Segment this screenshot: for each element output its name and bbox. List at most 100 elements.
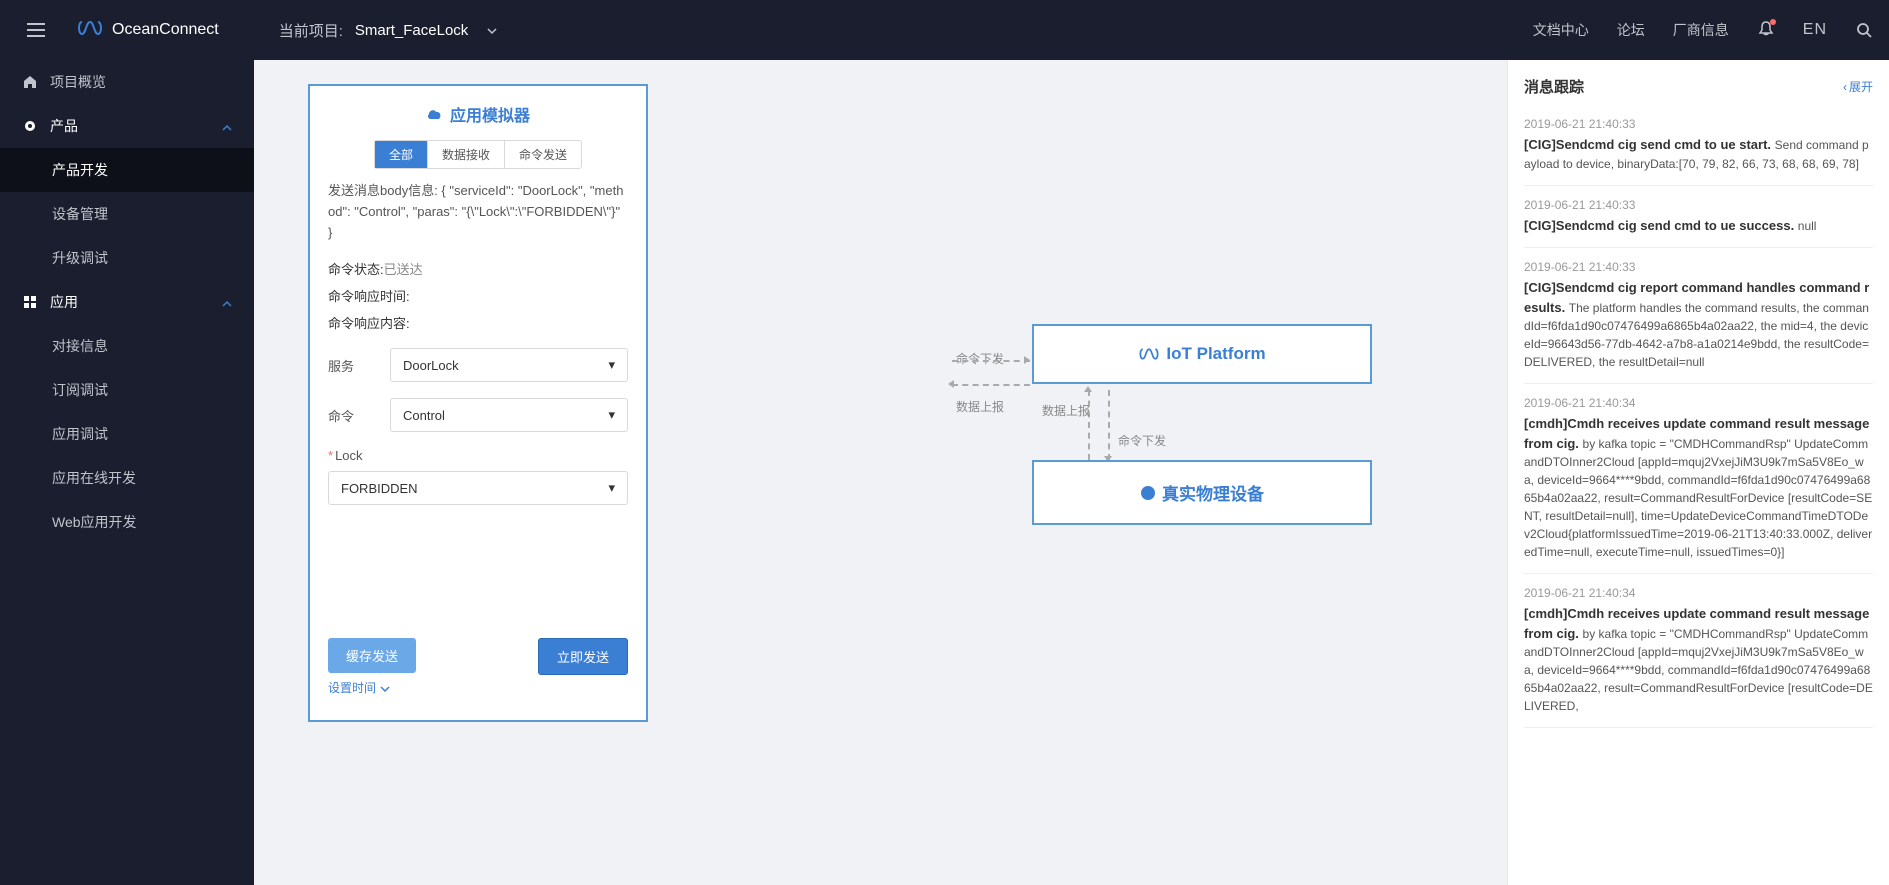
sidebar-label: 项目概览 <box>50 72 106 92</box>
command-row: 命令 Control ▾ <box>328 398 628 432</box>
nav-vendor[interactable]: 厂商信息 <box>1673 20 1729 40</box>
language-toggle[interactable]: EN <box>1803 21 1827 39</box>
arrow-dashed <box>1108 390 1110 460</box>
log-item[interactable]: 2019-06-21 21:40:33 [CIG]Sendcmd cig send… <box>1524 186 1873 249</box>
chevron-down-icon <box>380 681 390 695</box>
log-timestamp: 2019-06-21 21:40:34 <box>1524 396 1873 410</box>
service-select[interactable]: DoorLock ▾ <box>390 348 628 382</box>
notification-dot-icon <box>1770 19 1776 25</box>
response-content-row: 命令响应内容: <box>328 313 628 332</box>
trace-expand-button[interactable]: ‹ 展开 <box>1843 78 1873 95</box>
cloud-icon <box>426 107 444 121</box>
chevron-down-icon <box>486 22 498 39</box>
service-label: 服务 <box>328 356 380 375</box>
command-status-row: 命令状态:已送达 <box>328 259 628 278</box>
simulator-title: 应用模拟器 <box>328 102 628 126</box>
lock-value: FORBIDDEN <box>341 481 418 496</box>
sidebar-item-app-debug[interactable]: 应用调试 <box>0 412 254 456</box>
top-bar: OceanConnect 当前项目: Smart_FaceLock 文档中心 论… <box>0 0 1889 60</box>
service-value: DoorLock <box>403 358 459 373</box>
sidebar-item-sub-debug[interactable]: 订阅调试 <box>0 368 254 412</box>
caret-down-icon: ▾ <box>608 407 615 423</box>
simulator-tabs: 全部 数据接收 命令发送 <box>374 140 582 169</box>
lock-label: Lock <box>328 448 628 463</box>
app-simulator-panel: 应用模拟器 全部 数据接收 命令发送 发送消息body信息: { "servic… <box>308 84 648 722</box>
sidebar-group-product[interactable]: 产品 <box>0 104 254 148</box>
chevron-up-icon <box>222 294 232 310</box>
sidebar-item-conn-info[interactable]: 对接信息 <box>0 324 254 368</box>
log-timestamp: 2019-06-21 21:40:33 <box>1524 117 1873 131</box>
time-setting-link[interactable]: 设置时间 <box>328 679 416 696</box>
response-time-row: 命令响应时间: <box>328 286 628 305</box>
log-item[interactable]: 2019-06-21 21:40:34[cmdh]Cmdh receives u… <box>1524 574 1873 728</box>
label-cmd-send-mid: 命令下发 <box>1118 432 1166 449</box>
iot-platform-box: IoT Platform <box>1032 324 1372 384</box>
project-name: Smart_FaceLock <box>355 22 468 39</box>
topology-diagram: 命令下发 数据上报 IoT Platform 数据上报 命令下发 <box>648 60 1507 885</box>
log-title: [CIG]Sendcmd cig send cmd to ue success. <box>1524 218 1798 233</box>
log-item[interactable]: 2019-06-21 21:40:33[CIG]Sendcmd cig send… <box>1524 105 1873 186</box>
oceanconnect-icon <box>76 19 104 42</box>
arrowhead-icon <box>1024 356 1030 364</box>
sidebar-label: 产品开发 <box>52 160 108 180</box>
brand-name: OceanConnect <box>112 21 219 39</box>
command-label: 命令 <box>328 406 380 425</box>
simulator-title-text: 应用模拟器 <box>450 102 530 126</box>
time-setting-label: 设置时间 <box>328 679 376 696</box>
iot-platform-label: IoT Platform <box>1166 344 1265 364</box>
main-content: 应用模拟器 全部 数据接收 命令发送 发送消息body信息: { "servic… <box>254 60 1889 885</box>
project-selector[interactable]: 当前项目: Smart_FaceLock <box>279 20 499 41</box>
notifications-button[interactable] <box>1757 20 1775 41</box>
sidebar-item-upgrade-debug[interactable]: 升级调试 <box>0 236 254 280</box>
status-label: 命令状态: <box>328 262 384 277</box>
trace-title: 消息跟踪 <box>1524 76 1584 97</box>
arrow-dashed <box>952 360 1030 362</box>
lock-select[interactable]: FORBIDDEN ▾ <box>328 471 628 505</box>
message-trace-panel: 消息跟踪 ‹ 展开 2019-06-21 21:40:33[CIG]Sendcm… <box>1507 60 1889 885</box>
sidebar-label: 升级调试 <box>52 248 108 268</box>
arrowhead-icon <box>1084 386 1092 392</box>
log-timestamp: 2019-06-21 21:40:33 <box>1524 260 1873 274</box>
sidebar-label: 应用 <box>50 292 78 312</box>
log-timestamp: 2019-06-21 21:40:33 <box>1524 198 1873 212</box>
sidebar-label: 对接信息 <box>52 336 108 356</box>
nav-forum[interactable]: 论坛 <box>1617 20 1645 40</box>
search-button[interactable] <box>1855 21 1873 39</box>
chevron-up-icon <box>222 118 232 134</box>
sidebar-item-device-mgmt[interactable]: 设备管理 <box>0 192 254 236</box>
tab-receive[interactable]: 数据接收 <box>428 141 505 168</box>
log-body: by kafka topic = "CMDHCommandRsp" Update… <box>1524 437 1872 560</box>
project-label: 当前项目: <box>279 20 343 41</box>
app-icon <box>22 295 38 309</box>
brand-logo[interactable]: OceanConnect <box>76 19 219 42</box>
label-data-report-mid: 数据上报 <box>1042 402 1090 419</box>
log-list: 2019-06-21 21:40:33 [CIG]Sendcmd cig send… <box>1524 105 1873 728</box>
chevron-left-icon: ‹ <box>1843 80 1847 94</box>
log-item[interactable]: 2019-06-21 21:40:33[CIG]Sendcmd cig repo… <box>1524 248 1873 384</box>
log-item[interactable]: 2019-06-21 21:40:34[cmdh]Cmdh receives u… <box>1524 384 1873 574</box>
label-cmd-send-left: 命令下发 <box>956 350 1004 367</box>
cache-send-button[interactable]: 缓存发送 <box>328 638 416 673</box>
label-data-report-left: 数据上报 <box>956 398 1004 415</box>
sidebar-group-app[interactable]: 应用 <box>0 280 254 324</box>
command-value: Control <box>403 408 445 423</box>
command-select[interactable]: Control ▾ <box>390 398 628 432</box>
sidebar-item-web-dev[interactable]: Web应用开发 <box>0 500 254 544</box>
trace-expand-label: 展开 <box>1849 78 1873 95</box>
tab-send[interactable]: 命令发送 <box>505 141 581 168</box>
sidebar-item-product-dev[interactable]: 产品开发 <box>0 148 254 192</box>
sidebar-label: 应用调试 <box>52 424 108 444</box>
caret-down-icon: ▾ <box>608 480 615 496</box>
send-now-button[interactable]: 立即发送 <box>538 638 628 675</box>
menu-toggle-button[interactable] <box>16 23 56 37</box>
arrow-dashed <box>952 384 1030 386</box>
nav-docs[interactable]: 文档中心 <box>1533 20 1589 40</box>
sidebar-item-overview[interactable]: 项目概览 <box>0 60 254 104</box>
sidebar: 项目概览 产品 产品开发 设备管理 升级调试 <box>0 60 254 885</box>
log-body: null <box>1798 219 1817 233</box>
sidebar-item-online-dev[interactable]: 应用在线开发 <box>0 456 254 500</box>
platform-icon <box>1138 346 1160 362</box>
tab-all[interactable]: 全部 <box>375 141 428 168</box>
status-value: 已送达 <box>384 262 423 277</box>
home-icon <box>22 75 38 89</box>
